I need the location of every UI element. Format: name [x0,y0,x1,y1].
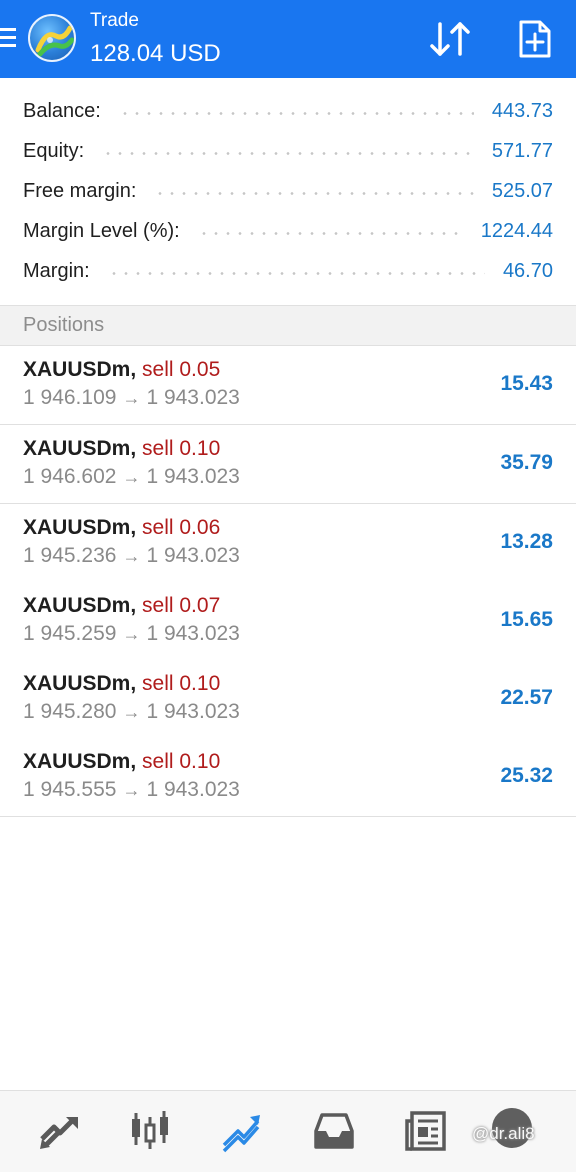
watermark-text: @dr.ali8 [472,1124,535,1143]
summary-value: 1224.44 [480,219,553,242]
position-side-volume: sell 0.10 [142,750,221,773]
position-title: XAUUSDm, sell 0.05 [23,358,220,382]
current-price: 1 943.023 [146,778,240,801]
position-profit: 25.32 [500,764,553,787]
position-prices: 1 945.555 → 1 943.023 [23,778,240,802]
position-prices: 1 946.602 → 1 943.023 [23,465,240,489]
position-symbol: XAUUSDm, [23,358,137,381]
metatrader-logo [28,14,76,62]
position-symbol: XAUUSDm, [23,516,137,539]
current-price: 1 943.023 [146,465,240,488]
nav-quotes[interactable] [38,1109,82,1153]
position-prices: 1 945.236 → 1 943.023 [23,544,240,568]
position-symbol: XAUUSDm, [23,750,137,773]
position-symbol: XAUUSDm, [23,437,137,460]
position-title: XAUUSDm, sell 0.10 [23,437,220,461]
news-icon [405,1111,446,1151]
position-profit: 35.79 [500,451,553,474]
position-prices: 1 945.280 → 1 943.023 [23,700,240,724]
position-profit: 13.28 [500,530,553,553]
open-price: 1 945.555 [23,778,117,801]
current-price: 1 943.023 [146,622,240,645]
current-price: 1 943.023 [146,386,240,409]
price-arrow-icon: → [122,624,141,644]
position-title: XAUUSDm, sell 0.06 [23,516,220,540]
summary-row-margin-level: Margin Level (%): 1224.44 [0,211,576,251]
dotted-leader [154,191,474,195]
trade-screen: Trade 128.04 USD Balance: 443.73 Equity:… [0,0,576,1172]
position-profit: 15.43 [500,372,553,395]
screen-title: Trade [90,10,139,31]
sort-button[interactable] [428,18,474,60]
summary-label: Balance: [23,99,101,122]
history-inbox-icon [314,1113,354,1149]
position-row[interactable]: XAUUSDm, sell 0.05 1 946.109 → 1 943.023 1… [0,346,576,425]
summary-value: 46.70 [502,259,553,282]
chart-candles-icon [132,1111,168,1149]
position-row[interactable]: XAUUSDm, sell 0.10 1 945.555 → 1 943.023 2… [0,738,576,817]
position-prices: 1 946.109 → 1 943.023 [23,386,240,410]
position-symbol: XAUUSDm, [23,672,137,695]
nav-history[interactable] [312,1109,356,1153]
position-title: XAUUSDm, sell 0.07 [23,594,220,618]
quotes-arrows-icon [40,1117,78,1149]
nav-chart[interactable] [128,1109,172,1153]
summary-label: Margin Level (%): [23,219,180,242]
sort-arrows-icon [430,22,470,56]
open-price: 1 945.259 [23,622,117,645]
position-row[interactable]: XAUUSDm, sell 0.07 1 945.259 → 1 943.023 1… [0,582,576,661]
summary-value: 525.07 [491,179,553,202]
position-side-volume: sell 0.06 [142,516,221,539]
summary-row-margin: Margin: 46.70 [0,251,576,291]
summary-row-balance: Balance: 443.73 [0,91,576,131]
open-price: 1 945.280 [23,700,117,723]
new-order-button[interactable] [514,18,556,60]
new-order-document-icon [519,20,551,58]
position-prices: 1 945.259 → 1 943.023 [23,622,240,646]
summary-value: 571.77 [491,139,553,162]
price-arrow-icon: → [122,467,141,487]
position-symbol: XAUUSDm, [23,594,137,617]
app-header: Trade 128.04 USD [0,0,576,78]
dotted-leader [107,271,485,275]
nav-trade[interactable] [220,1109,264,1153]
position-title: XAUUSDm, sell 0.10 [23,672,220,696]
open-price: 1 945.236 [23,544,117,567]
summary-value: 443.73 [491,99,553,122]
price-arrow-icon: → [122,702,141,722]
position-row[interactable]: XAUUSDm, sell 0.10 1 945.280 → 1 943.023 2… [0,660,576,739]
summary-label: Free margin: [23,179,137,202]
header-balance: 128.04 USD [90,40,221,67]
price-arrow-icon: → [122,780,141,800]
position-side-volume: sell 0.05 [142,358,221,381]
dotted-leader [118,111,474,115]
summary-row-equity: Equity: 571.77 [0,131,576,171]
position-row[interactable]: XAUUSDm, sell 0.06 1 945.236 → 1 943.023 1… [0,504,576,583]
account-summary: Balance: 443.73 Equity: 571.77 Free marg… [0,78,576,306]
open-price: 1 946.109 [23,386,117,409]
position-side-volume: sell 0.07 [142,594,221,617]
position-profit: 15.65 [500,608,553,631]
positions-section-header[interactable]: Positions [0,305,576,346]
summary-label: Margin: [23,259,90,282]
position-side-volume: sell 0.10 [142,672,221,695]
position-title: XAUUSDm, sell 0.10 [23,750,220,774]
position-profit: 22.57 [500,686,553,709]
dotted-leader [197,231,463,235]
current-price: 1 943.023 [146,544,240,567]
nav-news[interactable] [404,1109,448,1153]
price-arrow-icon: → [122,546,141,566]
position-row[interactable]: XAUUSDm, sell 0.10 1 946.602 → 1 943.023 3… [0,425,576,504]
summary-row-free-margin: Free margin: 525.07 [0,171,576,211]
current-price: 1 943.023 [146,700,240,723]
trade-icon [222,1115,260,1153]
position-side-volume: sell 0.10 [142,437,221,460]
price-arrow-icon: → [122,388,141,408]
dotted-leader [102,151,474,155]
summary-label: Equity: [23,139,85,162]
open-price: 1 946.602 [23,465,117,488]
hamburger-menu-icon[interactable] [0,28,16,50]
